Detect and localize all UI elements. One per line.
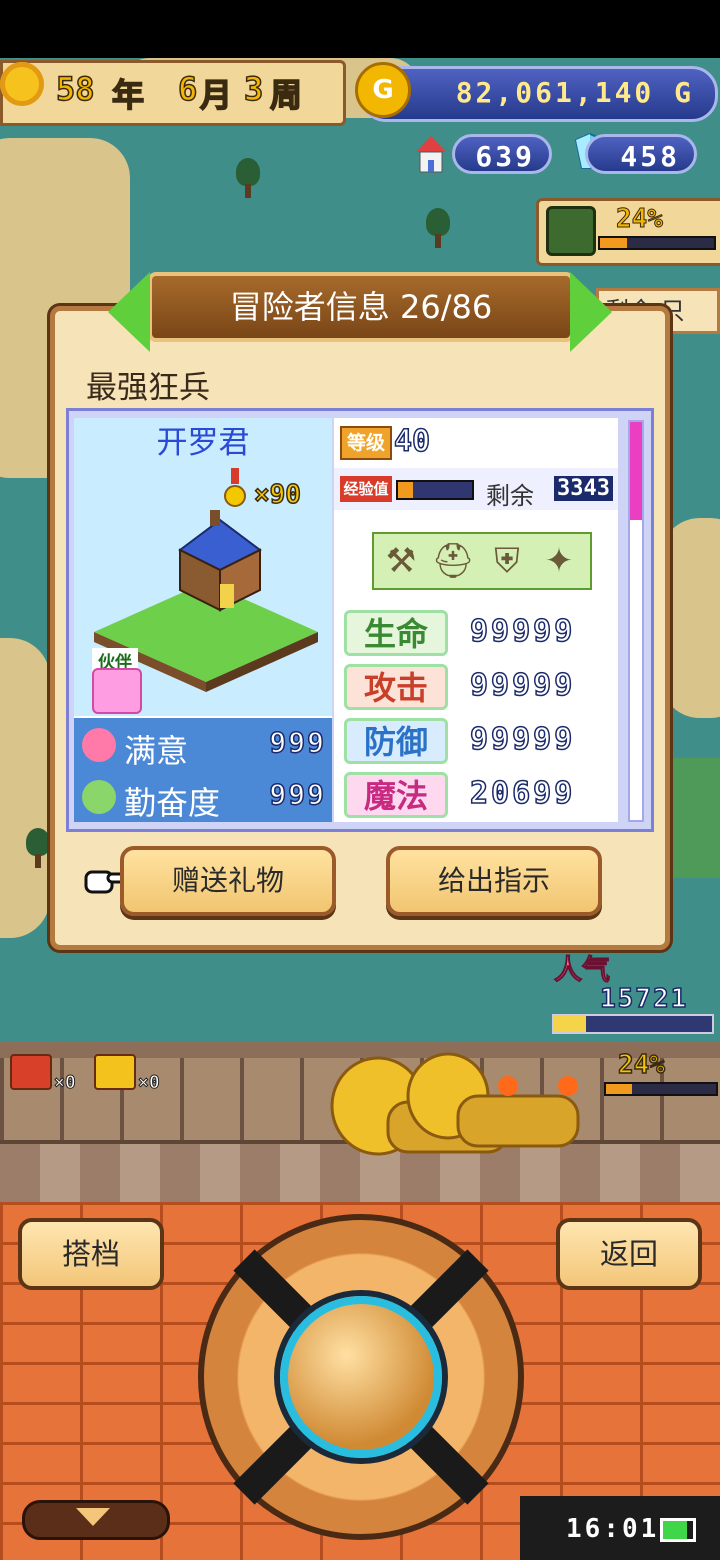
axe-icon[interactable]: ⚒	[378, 538, 424, 584]
year-value: 58	[55, 69, 95, 109]
chevron-down-icon	[76, 1508, 110, 1526]
exp-progress-bar	[396, 480, 474, 500]
give-gift-button[interactable]: 赠送礼物	[120, 846, 336, 916]
week-value: 3	[243, 69, 264, 109]
week-unit: 周	[269, 75, 303, 115]
street-percent: 24%	[617, 1049, 665, 1081]
next-adventurer-arrow-icon[interactable]	[570, 272, 612, 352]
clock-time: 16:01	[566, 1514, 660, 1544]
exp-remain-label: 剩余	[486, 482, 534, 510]
house-icon	[178, 510, 262, 612]
exp-label: 经验值	[340, 476, 392, 502]
red-chest-count: ×0	[54, 1072, 77, 1094]
stat-value-3: 20699	[469, 775, 576, 812]
stat-value-2: 99999	[469, 721, 576, 758]
dungeon-progress-fill	[600, 238, 628, 248]
battery-fill	[663, 1521, 687, 1539]
sun-icon	[0, 62, 44, 106]
exp-progress-fill	[398, 482, 413, 498]
diligence-value: 999	[269, 777, 326, 812]
gold-unit: G	[674, 76, 694, 109]
month-unit: 月	[199, 75, 233, 115]
stat-value-1: 99999	[469, 667, 576, 704]
street-progress-fill	[606, 1084, 633, 1094]
dungeon-progress-bar	[598, 236, 716, 250]
give-instruction-button[interactable]: 给出指示	[386, 846, 602, 916]
popularity-value: 15721	[599, 983, 689, 1015]
satisfaction-label: 满意	[124, 732, 189, 770]
heart-icon	[82, 728, 116, 762]
street-progress-bar	[604, 1082, 718, 1096]
partner-button[interactable]: 搭档	[18, 1218, 164, 1290]
equipment-row[interactable]: ⚒ ⛑ ⛨ ✦	[372, 532, 592, 590]
satisfaction-value: 999	[269, 725, 326, 760]
adventurer-name: 开罗君	[74, 418, 332, 466]
diligence-row: 勤奋度 999	[74, 770, 332, 822]
helmet-icon[interactable]: ⛑	[430, 538, 476, 584]
exp-remain-value: 3343	[554, 476, 613, 501]
facility-house-icon	[416, 136, 446, 173]
facility-count: 639	[452, 134, 552, 174]
medal-icon	[224, 468, 246, 507]
popularity-bar	[552, 1014, 714, 1034]
gold-chest-icon	[94, 1054, 136, 1090]
stat-value-0: 99999	[469, 613, 576, 650]
accessory-icon[interactable]: ✦	[536, 538, 582, 584]
stat-name-2: 防御	[344, 718, 448, 764]
fist-icon	[82, 780, 116, 814]
battery-icon	[660, 1518, 696, 1542]
gold-number: 82,061,140	[455, 76, 655, 109]
level-label: 等级	[340, 426, 392, 460]
back-button[interactable]: 返回	[556, 1218, 702, 1290]
diligence-label: 勤奋度	[124, 784, 221, 822]
dungeon-percent: 24%	[616, 204, 664, 235]
scrollbar-thumb[interactable]	[630, 422, 642, 520]
popularity-bar-fill	[554, 1016, 586, 1032]
satisfaction-row: 满意 999	[74, 718, 332, 770]
gold-amount: 82,061,140 G	[456, 76, 694, 109]
adventurer-class: 最强狂兵	[86, 370, 210, 406]
cave-icon	[546, 206, 596, 256]
medal-count: ×90	[253, 479, 301, 511]
gold-coin-icon: G	[355, 62, 411, 118]
stat-name-1: 攻击	[344, 664, 448, 710]
shield-icon[interactable]: ⛨	[484, 538, 530, 584]
month-value: 6	[177, 69, 198, 109]
top-status-bar	[0, 0, 720, 58]
crystal-count: 458	[585, 134, 697, 174]
gold-chest-count: ×0	[138, 1072, 161, 1094]
stat-name-0: 生命	[344, 610, 448, 656]
dialog-title: 冒险者信息 26/86	[148, 272, 574, 342]
year-unit: 年	[111, 75, 145, 115]
popularity-label: 人气	[553, 953, 611, 987]
level-value: 40	[393, 423, 431, 460]
golden-lion-monsters[interactable]	[318, 1046, 608, 1174]
red-chest-icon	[10, 1054, 52, 1090]
dial-center-button[interactable]	[280, 1296, 442, 1458]
prev-adventurer-arrow-icon[interactable]	[108, 272, 150, 352]
partner-pet-icon	[92, 668, 142, 714]
stat-name-3: 魔法	[344, 772, 448, 818]
